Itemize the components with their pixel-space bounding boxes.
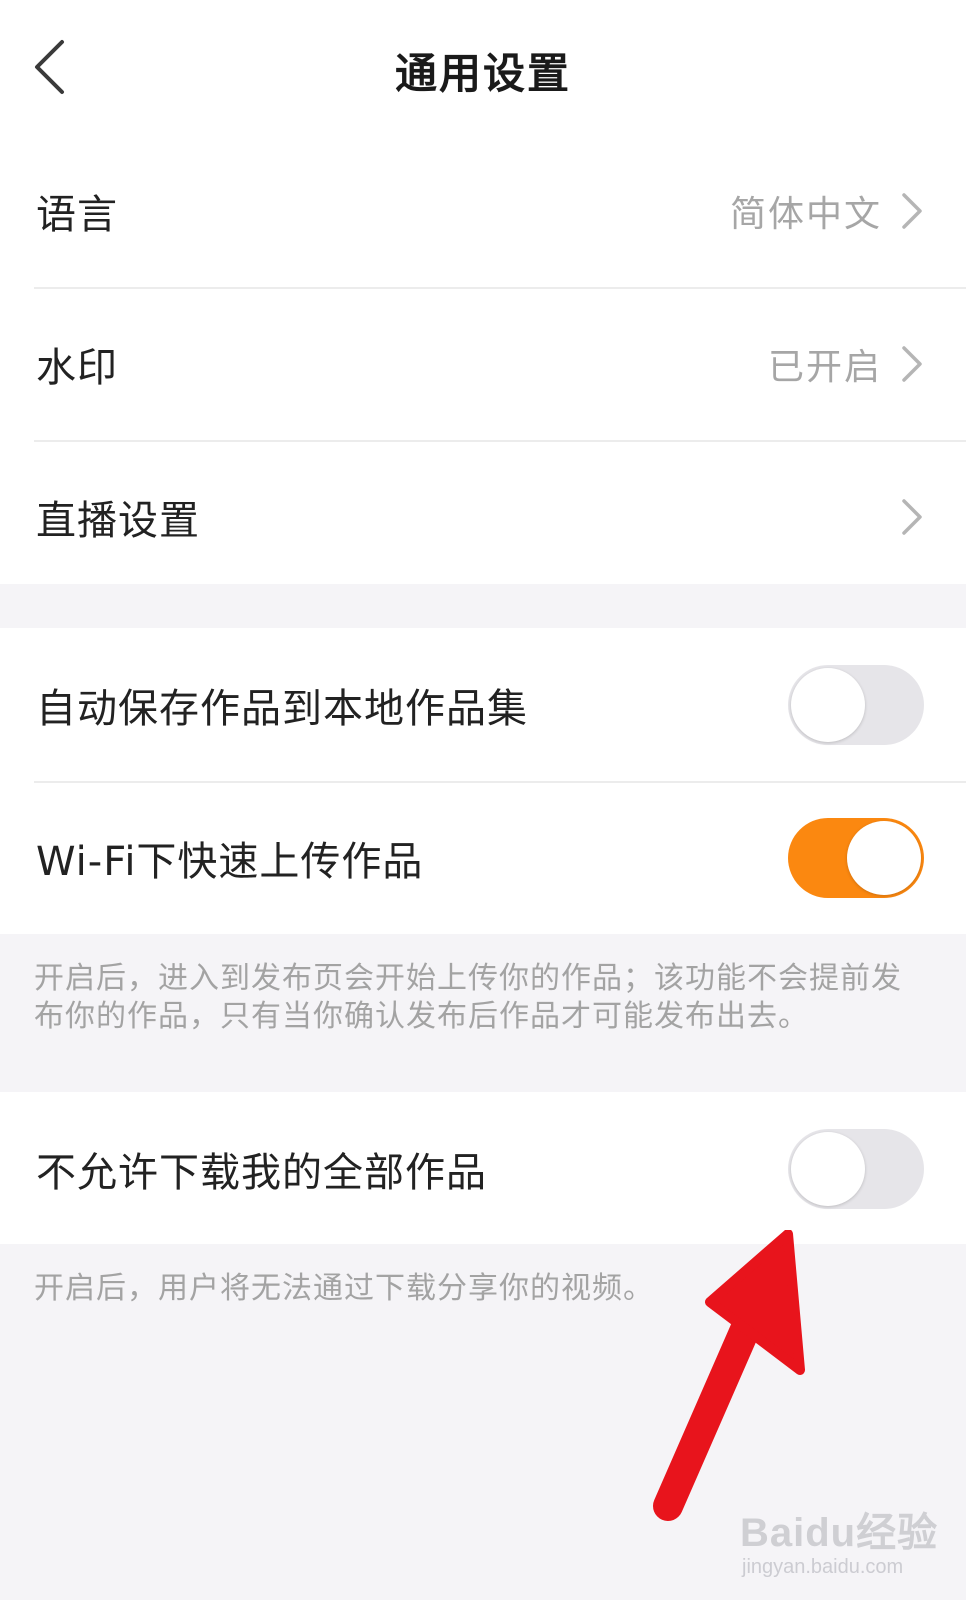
watermark-brand: Baidu经验: [740, 1511, 939, 1555]
chevron-right-icon: [898, 344, 926, 384]
wifi-upload-label: Wi-Fi下快速上传作品: [36, 838, 424, 885]
settings-group-download: 不允许下载我的全部作品: [0, 1092, 966, 1244]
language-row[interactable]: 语言 简体中文: [0, 134, 966, 287]
disallow-download-row: 不允许下载我的全部作品: [0, 1092, 966, 1245]
auto-save-row: 自动保存作品到本地作品集: [0, 628, 966, 781]
baidu-watermark: Baidu经验 jingyan.baidu.com: [740, 1492, 940, 1592]
auto-save-toggle[interactable]: [788, 664, 924, 745]
chevron-right-icon: [898, 191, 926, 231]
settings-group-general: 语言 简体中文 水印 已开启 直播设置: [0, 134, 966, 584]
language-value: 简体中文: [729, 193, 882, 235]
disallow-download-toggle[interactable]: [788, 1128, 924, 1209]
toggle-knob: [791, 667, 865, 742]
watermark-value: 已开启: [767, 346, 882, 388]
page-title: 通用设置: [394, 49, 571, 98]
live-settings-label: 直播设置: [36, 497, 200, 544]
live-settings-row[interactable]: 直播设置: [0, 440, 966, 593]
toggle-knob: [791, 1131, 865, 1206]
wifi-upload-note: 开启后，进入到发布页会开始上传你的作品；该功能不会提前发布你的作品，只有当你确认…: [34, 961, 902, 1034]
settings-group-upload: 自动保存作品到本地作品集 Wi-Fi下快速上传作品: [0, 628, 966, 934]
chevron-right-icon: [898, 497, 926, 537]
navigation-bar: 通用设置: [0, 0, 966, 135]
wifi-upload-toggle[interactable]: [788, 817, 924, 898]
watermark-row[interactable]: 水印 已开启: [0, 287, 966, 440]
disallow-download-label: 不允许下载我的全部作品: [36, 1149, 487, 1196]
watermark-label: 水印: [36, 344, 118, 391]
wifi-upload-row: Wi-Fi下快速上传作品: [0, 781, 966, 934]
auto-save-label: 自动保存作品到本地作品集: [36, 685, 528, 732]
toggle-knob: [847, 820, 921, 895]
annotation-arrow-icon: [653, 1230, 805, 1521]
watermark-url: jingyan.baidu.com: [742, 1556, 904, 1578]
language-label: 语言: [36, 191, 118, 238]
